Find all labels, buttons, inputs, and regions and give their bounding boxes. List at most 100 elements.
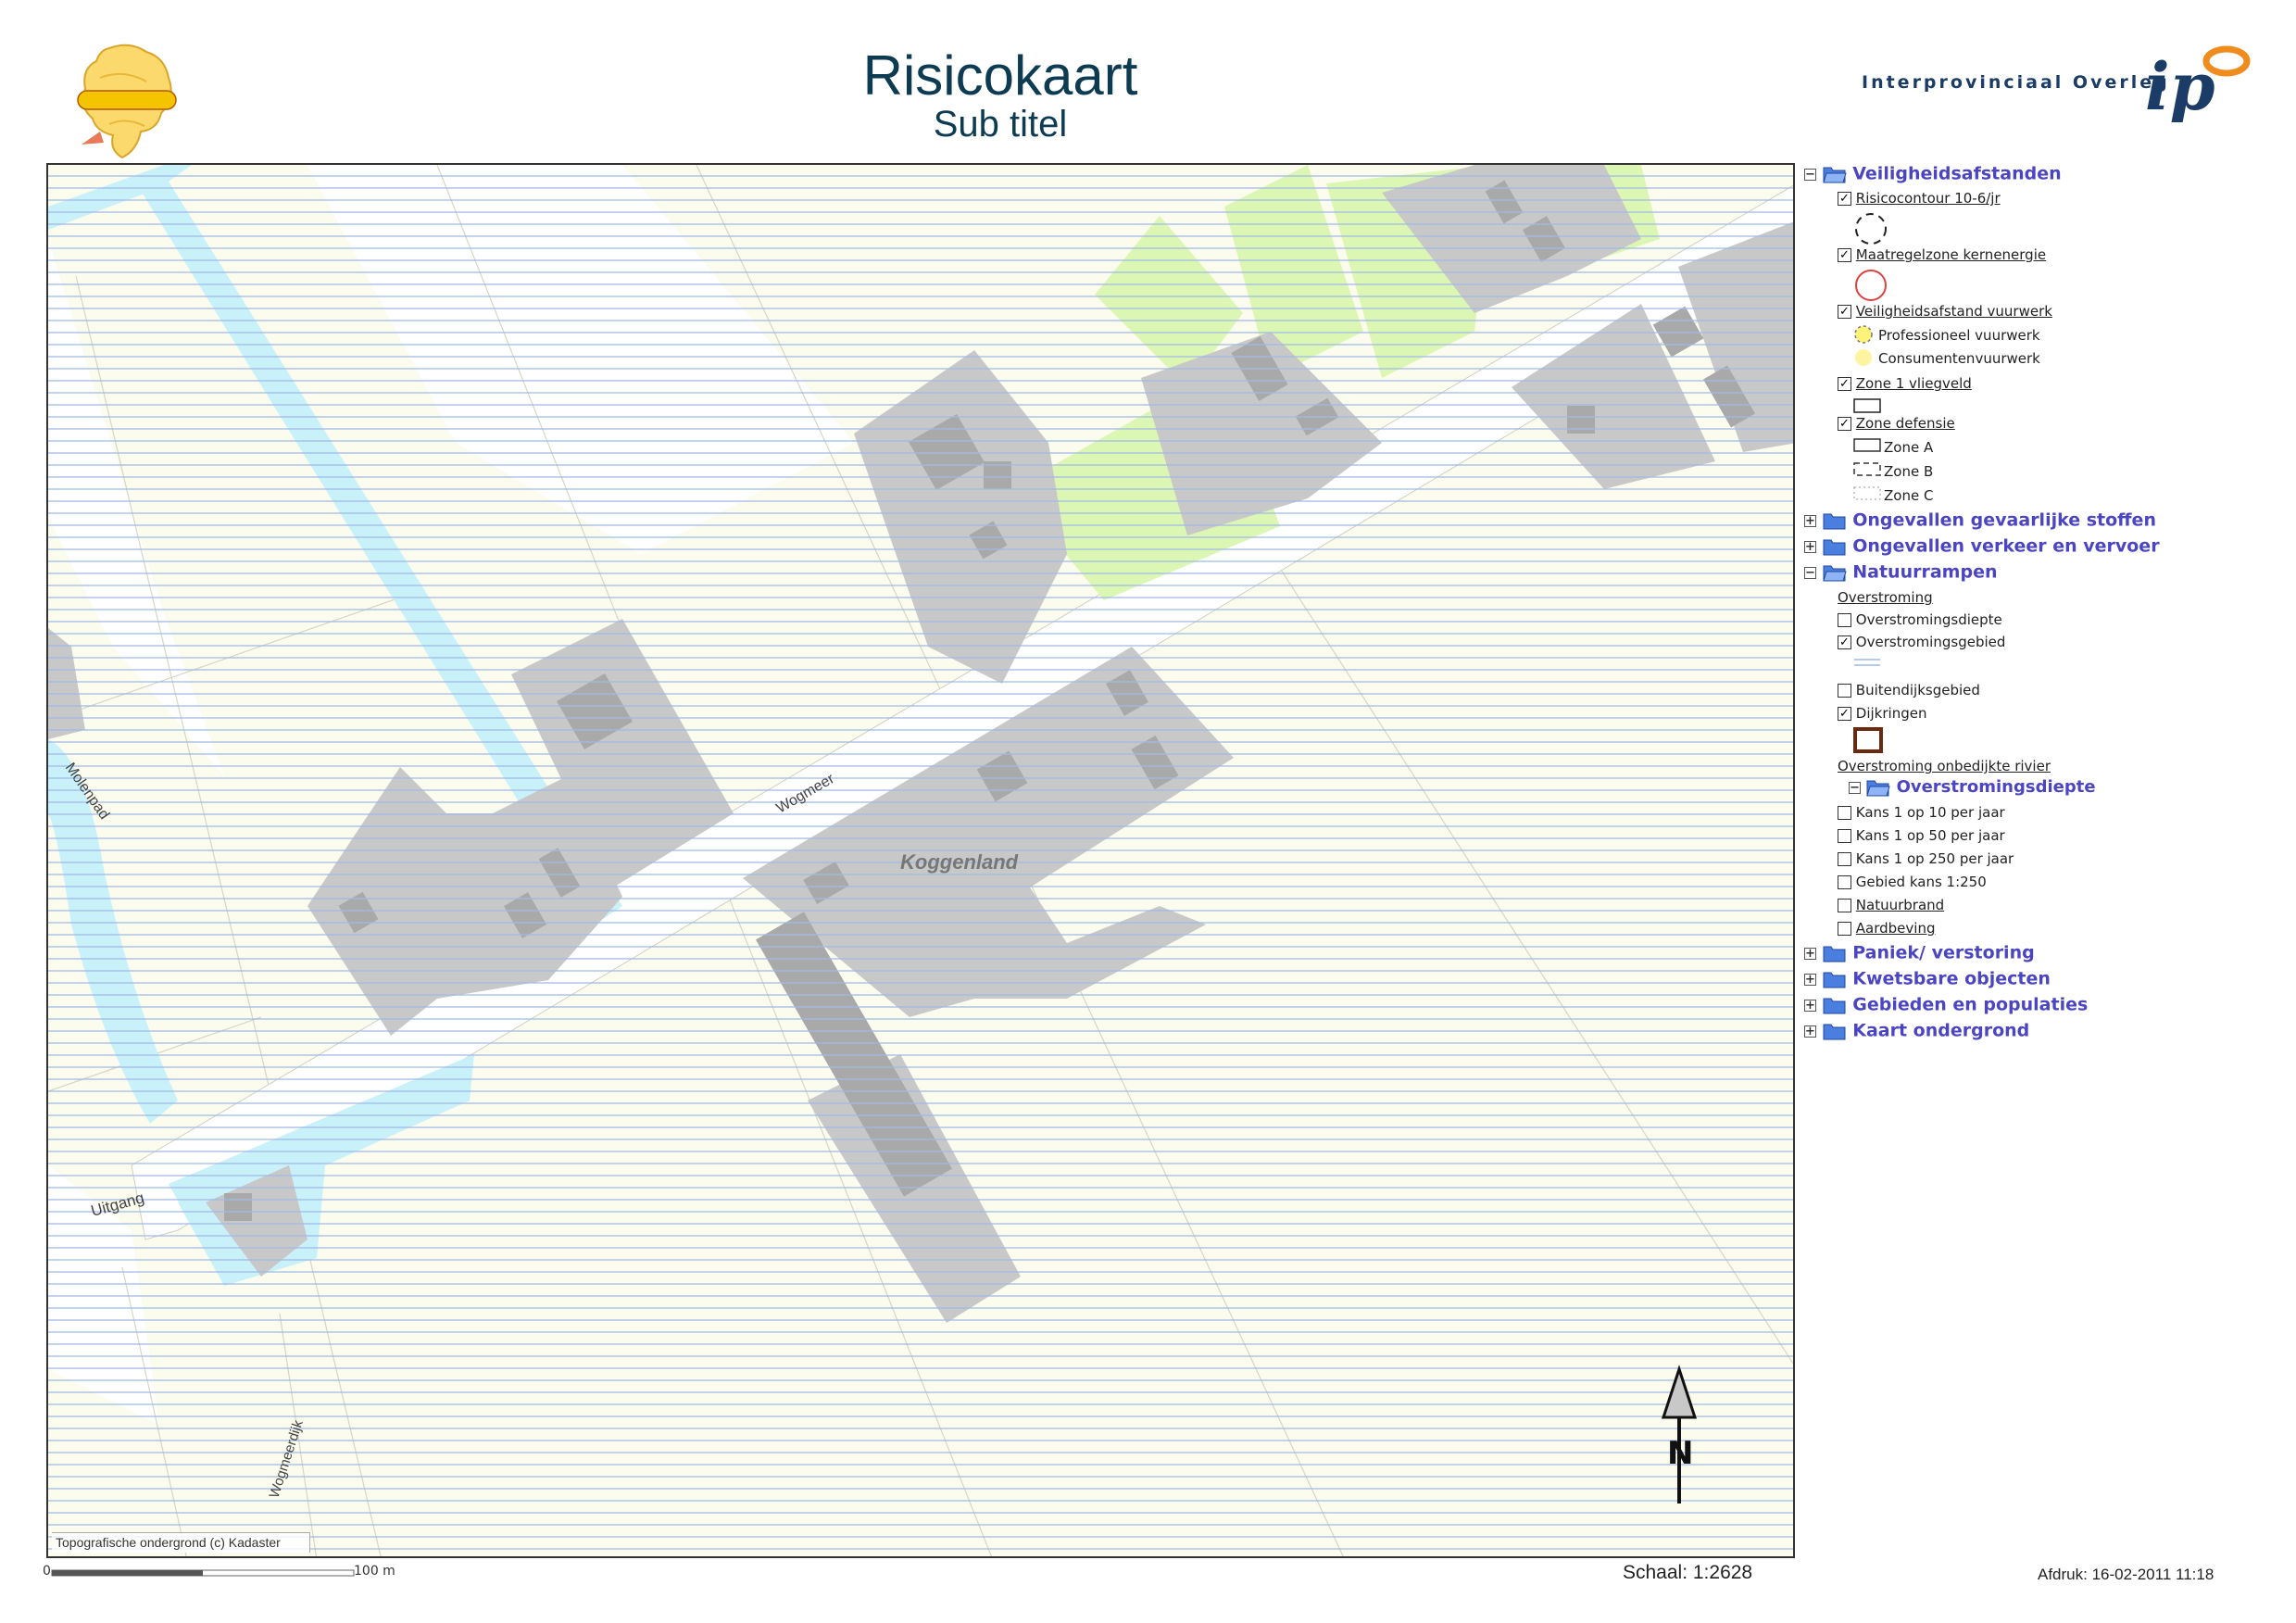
legend-group-natuurrampen[interactable]: − Natuurrampen — [1804, 563, 1997, 582]
legend-item-natuurbrand[interactable]: Natuurbrand — [1838, 899, 1944, 912]
legend-item-consumenten: Consumentenvuurwerk — [1878, 350, 2040, 367]
page-title: Risicokaart — [862, 44, 1138, 107]
checkbox-checked[interactable]: ✓ — [1838, 248, 1851, 262]
folder-open-icon — [1866, 780, 1890, 797]
legend-group-label: Kaart ondergrond — [1852, 1020, 2030, 1041]
dijkringen-symbol — [1853, 727, 1883, 753]
overstromingsgebied-symbol — [1854, 659, 1880, 666]
checkbox-unchecked[interactable] — [1838, 829, 1851, 843]
zone-c-symbol — [1853, 486, 1881, 500]
consumenten-symbol — [1855, 349, 1872, 366]
scale-text: Schaal: 1:2628 — [1623, 1562, 1753, 1583]
folder-icon — [1823, 946, 1846, 962]
legend-item-kans50[interactable]: Kans 1 op 50 per jaar — [1838, 829, 2005, 843]
expand-icon[interactable]: + — [1804, 973, 1816, 986]
checkbox-unchecked[interactable] — [1838, 899, 1851, 912]
legend-item-defensie[interactable]: ✓ Zone defensie — [1838, 417, 1955, 431]
checkbox-unchecked[interactable] — [1838, 852, 1851, 866]
scale-bar-max: 100 m — [354, 1564, 395, 1579]
scale-bar — [51, 1569, 355, 1577]
legend-item-label: Zone 1 vliegveld — [1855, 375, 1972, 392]
expand-icon[interactable]: + — [1804, 1025, 1816, 1038]
checkbox-unchecked[interactable] — [1838, 875, 1851, 889]
checkbox-checked[interactable]: ✓ — [1838, 192, 1851, 206]
legend-sub-onbedijkte[interactable]: Overstroming onbedijkte rivier — [1838, 760, 2051, 774]
legend-sub-overstroming[interactable]: Overstroming — [1838, 591, 1933, 605]
maatregelzone-symbol — [1855, 270, 1887, 301]
legend-item-label: Maatregelzone kernenergie — [1855, 246, 2047, 263]
checkbox-unchecked[interactable] — [1838, 806, 1851, 820]
map-attribution: Topografische ondergrond (c) Kadaster — [52, 1532, 310, 1553]
folder-icon — [1823, 539, 1846, 556]
folder-open-icon — [1822, 167, 1847, 183]
legend-panel: − Veiligheidsafstanden ✓ Risicocontour 1… — [1804, 163, 2277, 1089]
vliegveld-symbol — [1853, 398, 1881, 413]
legend-item-label: Risicocontour 10-6/jr — [1855, 190, 2001, 207]
legend-item-kans250[interactable]: Kans 1 op 250 per jaar — [1838, 852, 2014, 866]
legend-item-vliegveld[interactable]: ✓ Zone 1 vliegveld — [1838, 377, 1972, 391]
legend-group-label: Paniek/ verstoring — [1852, 942, 2035, 963]
ipo-logo: ip — [2145, 43, 2254, 125]
checkbox-checked[interactable]: ✓ — [1838, 417, 1851, 431]
legend-item-label: Natuurbrand — [1855, 897, 1945, 913]
legend-group-label: Natuurrampen — [1852, 561, 1998, 583]
legend-item-professioneel: Professioneel vuurwerk — [1878, 327, 2040, 344]
expand-icon[interactable]: + — [1804, 999, 1816, 1012]
legend-item-aardbeving[interactable]: Aardbeving — [1838, 922, 1935, 936]
checkbox-checked[interactable]: ✓ — [1838, 635, 1851, 649]
legend-item-label: Kans 1 op 250 per jaar — [1855, 850, 2014, 867]
legend-subgroup-overstromingsdiepte[interactable]: − Overstromingsdiepte — [1849, 778, 2096, 797]
place-label: Koggenland — [900, 850, 1019, 874]
risicocontour-symbol — [1855, 213, 1887, 245]
legend-group-paniek[interactable]: + Paniek/ verstoring — [1804, 944, 2035, 962]
expand-icon[interactable]: + — [1804, 947, 1816, 960]
legend-group-veiligheidsafstanden[interactable]: − Veiligheidsafstanden — [1804, 165, 2062, 183]
checkbox-unchecked[interactable] — [1838, 922, 1851, 936]
legend-group-ondergrond[interactable]: + Kaart ondergrond — [1804, 1022, 2029, 1040]
legend-group-gebieden[interactable]: + Gebieden en populaties — [1804, 996, 2088, 1014]
north-arrow-label: N — [1667, 1435, 1693, 1472]
collapse-icon[interactable]: − — [1804, 566, 1816, 579]
folder-icon — [1823, 513, 1846, 530]
collapse-icon[interactable]: − — [1849, 781, 1861, 794]
expand-icon[interactable]: + — [1804, 540, 1816, 553]
legend-item-gebied250[interactable]: Gebied kans 1:250 — [1838, 875, 1987, 889]
checkbox-checked[interactable]: ✓ — [1838, 707, 1851, 721]
folder-icon — [1823, 972, 1846, 988]
legend-item-label: Overstromingsdiepte — [1855, 611, 2002, 628]
expand-icon[interactable]: + — [1804, 514, 1816, 527]
legend-item-buitendijks[interactable]: Buitendijksgebied — [1838, 684, 1980, 698]
legend-item-risicocontour[interactable]: ✓ Risicocontour 10-6/jr — [1838, 192, 2001, 206]
legend-item-label: Kans 1 op 50 per jaar — [1855, 827, 2005, 844]
legend-group-label: Overstromingsdiepte — [1896, 777, 2096, 797]
legend-item-kans10[interactable]: Kans 1 op 10 per jaar — [1838, 806, 2005, 820]
legend-group-ongevallen-stoffen[interactable]: + Ongevallen gevaarlijke stoffen — [1804, 511, 2156, 530]
legend-item-label: Kans 1 op 10 per jaar — [1855, 804, 2005, 821]
legend-group-label: Veiligheidsafstanden — [1852, 163, 2062, 184]
legend-item-zone-b: Zone B — [1884, 463, 1934, 480]
legend-item-dijkringen[interactable]: ✓ Dijkringen — [1838, 707, 1926, 721]
print-date: Afdruk: 16-02-2011 11:18 — [2038, 1566, 2214, 1583]
checkbox-checked[interactable]: ✓ — [1838, 305, 1851, 319]
zone-b-symbol — [1853, 462, 1881, 476]
legend-item-maatregelzone[interactable]: ✓ Maatregelzone kernenergie — [1838, 248, 2046, 262]
legend-item-overstromingsgebied[interactable]: ✓ Overstromingsgebied — [1838, 635, 2005, 649]
collapse-icon[interactable]: − — [1804, 168, 1816, 181]
checkbox-checked[interactable]: ✓ — [1838, 377, 1851, 391]
legend-item-label: Buitendijksgebied — [1855, 682, 1980, 698]
legend-group-kwetsbare[interactable]: + Kwetsbare objecten — [1804, 970, 2051, 988]
legend-group-label: Kwetsbare objecten — [1852, 968, 2051, 989]
map-view[interactable]: Koggenland Wogmeer Molenpad Uitgang Wogm… — [46, 163, 1795, 1558]
legend-item-zone-c: Zone C — [1884, 487, 1934, 504]
legend-item-label: Gebied kans 1:250 — [1855, 874, 1987, 890]
legend-item-label: Zone defensie — [1855, 415, 1955, 432]
legend-item-label: Veiligheidsafstand vuurwerk — [1855, 303, 2052, 320]
legend-item-vuurwerk[interactable]: ✓ Veiligheidsafstand vuurwerk — [1838, 305, 2052, 319]
legend-group-ongevallen-verkeer[interactable]: + Ongevallen verkeer en vervoer — [1804, 537, 2160, 556]
legend-item-overstromingsdiepte[interactable]: Overstromingsdiepte — [1838, 613, 2002, 627]
folder-icon — [1823, 998, 1846, 1014]
checkbox-unchecked[interactable] — [1838, 613, 1851, 627]
checkbox-unchecked[interactable] — [1838, 684, 1851, 698]
ipo-org-name: Interprovinciaal Overleg — [1862, 72, 2170, 93]
page-subtitle: Sub titel — [933, 104, 1068, 145]
